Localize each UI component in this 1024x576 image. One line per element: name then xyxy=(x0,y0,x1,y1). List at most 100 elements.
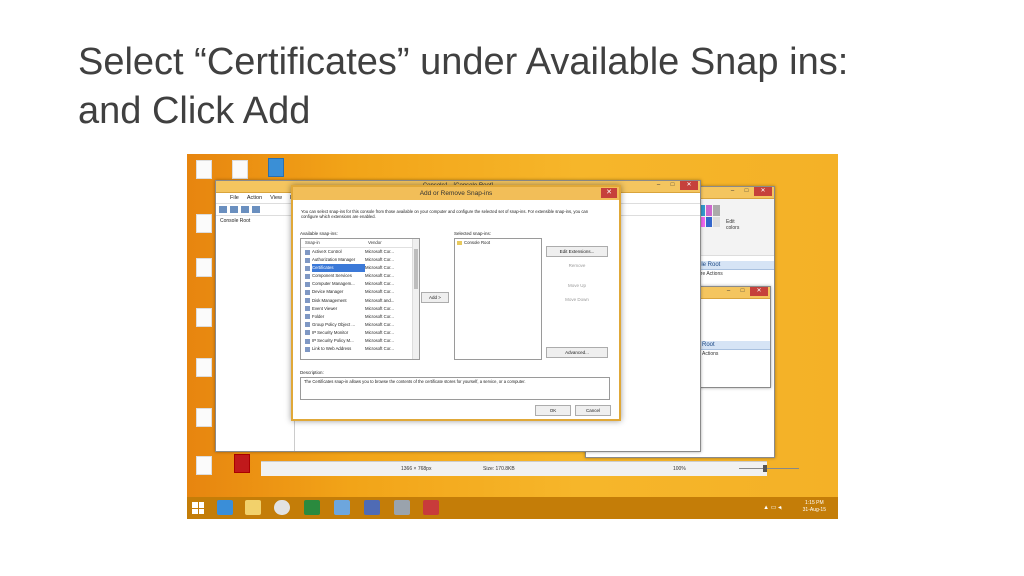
snapin-row[interactable]: Group Policy Object ... Microsoft Cor... xyxy=(301,321,419,329)
dialog-close-icon[interactable]: ✕ xyxy=(601,188,617,198)
dialog-intro-text: You can select snap-ins for this console… xyxy=(301,209,589,219)
snapin-name: Link to Web Address xyxy=(312,346,352,352)
secondary-window: – □ ✕ Root Actions xyxy=(697,286,771,388)
snapin-vendor: Microsoft Cor... xyxy=(365,329,394,335)
snapin-name: Computer Managem... xyxy=(312,281,355,287)
start-button[interactable] xyxy=(192,502,204,514)
pdf-icon[interactable] xyxy=(227,454,257,475)
description-label: Description: xyxy=(300,370,324,375)
explorer-icon[interactable] xyxy=(245,500,261,515)
move-up-button[interactable]: Move Up xyxy=(546,280,608,291)
selected-snapins-label: Selected snap-ins: xyxy=(454,231,492,236)
snapin-row[interactable]: Device Manager Microsoft Cor... xyxy=(301,288,419,296)
snapin-name: Certificates xyxy=(312,264,365,273)
selected-snapin-label: Console Root xyxy=(464,240,491,245)
snapin-icon xyxy=(305,330,310,336)
snapin-row[interactable]: ActiveX Control Microsoft Cor... xyxy=(301,248,419,256)
snapin-name: Component Services xyxy=(312,273,352,279)
snapin-vendor: Microsoft Cor... xyxy=(365,281,394,287)
clock-date: 31-Aug-15 xyxy=(802,507,826,513)
menu-action[interactable]: Action xyxy=(247,193,262,203)
zoom-slider-handle[interactable] xyxy=(763,465,767,472)
list-scrollbar[interactable] xyxy=(412,239,419,359)
minimize-icon[interactable]: – xyxy=(652,181,665,190)
more-actions[interactable]: ore Actions xyxy=(694,270,774,278)
system-tray[interactable]: ▲ ▭ ◂ᵢ xyxy=(763,504,782,511)
advanced-button[interactable]: Advanced... xyxy=(546,347,608,358)
snapin-row[interactable]: Link to Web Address Microsoft Cor... xyxy=(301,345,419,353)
menu-view[interactable]: View xyxy=(270,193,282,203)
maximize-icon[interactable]: □ xyxy=(740,187,753,196)
column-vendor[interactable]: Vendor xyxy=(368,239,382,247)
minimize-icon[interactable]: – xyxy=(726,187,739,196)
snapin-vendor: Microsoft Cor... xyxy=(365,346,394,352)
column-snapin[interactable]: Snap-in xyxy=(301,239,368,247)
ie-icon[interactable] xyxy=(217,500,233,515)
snapin-name: Event Viewer xyxy=(312,305,338,311)
selected-snapins-list[interactable]: Console Root xyxy=(454,238,542,360)
desktop-icon[interactable] xyxy=(261,158,291,179)
console-tree: Console Root xyxy=(216,216,295,451)
zoom-slider[interactable] xyxy=(739,468,799,469)
snapin-row[interactable]: Authorization Manager Microsoft Cor... xyxy=(301,256,419,264)
actions-sub-2[interactable]: Actions xyxy=(698,350,770,358)
snapin-icon xyxy=(305,289,310,295)
folder-icon xyxy=(457,241,462,245)
selected-snapin-item[interactable]: Console Root xyxy=(455,239,541,247)
app-icon[interactable] xyxy=(394,500,410,515)
maximize-icon[interactable]: □ xyxy=(736,287,749,296)
edit-colors-label[interactable]: Edit colors xyxy=(726,219,748,231)
tree-item-console-root[interactable]: Console Root xyxy=(220,218,250,224)
maximize-icon[interactable]: □ xyxy=(666,181,679,190)
snapin-row[interactable]: Folder Microsoft Cor... xyxy=(301,313,419,321)
snapin-icon xyxy=(305,338,310,344)
excel-icon[interactable] xyxy=(304,500,320,515)
chrome-icon[interactable] xyxy=(274,500,290,515)
snapin-row[interactable]: IP Security Monitor Microsoft Cor... xyxy=(301,329,419,337)
snapin-row[interactable]: Disk Management Microsoft and... xyxy=(301,297,419,305)
snapin-row[interactable]: Computer Managem... Microsoft Cor... xyxy=(301,280,419,288)
help-icon[interactable] xyxy=(252,206,260,213)
cancel-button[interactable]: Cancel xyxy=(575,405,611,416)
snapin-row[interactable]: Event Viewer Microsoft Cor... xyxy=(301,305,419,313)
minimize-icon[interactable]: – xyxy=(722,287,735,296)
snapin-row-certificates[interactable]: Certificates Microsoft Cor... xyxy=(301,264,419,273)
show-tree-icon[interactable] xyxy=(241,206,249,213)
app-icon[interactable] xyxy=(364,500,380,515)
snapin-vendor: Microsoft Cor... xyxy=(365,265,394,271)
close-icon[interactable]: ✕ xyxy=(754,187,772,196)
add-button[interactable]: Add > xyxy=(421,292,449,303)
forward-icon[interactable] xyxy=(230,206,238,213)
close-icon[interactable]: ✕ xyxy=(680,181,698,190)
actions-header: ole Root xyxy=(694,261,774,270)
snapin-name: ActiveX Control xyxy=(312,249,342,254)
desktop-icon[interactable] xyxy=(225,160,255,181)
snapin-icon xyxy=(305,306,310,312)
desktop-icon[interactable] xyxy=(189,456,219,477)
app-icon[interactable] xyxy=(423,500,439,515)
menu-file[interactable]: File xyxy=(230,193,239,203)
snapin-name: Group Policy Object ... xyxy=(312,321,355,327)
app-icon[interactable] xyxy=(334,500,350,515)
available-snapins-list[interactable]: Snap-in Vendor ActiveX Control Microsoft … xyxy=(300,238,420,360)
remove-button[interactable]: Remove xyxy=(546,260,608,271)
snapin-vendor: Microsoft Cor... xyxy=(365,313,394,319)
back-icon[interactable] xyxy=(219,206,227,213)
available-list-header: Snap-in Vendor xyxy=(301,239,419,248)
snapin-row[interactable]: IP Security Policy M... Microsoft Cor... xyxy=(301,337,419,345)
snapin-name: Authorization Manager xyxy=(312,257,356,263)
ok-button[interactable]: OK xyxy=(535,405,571,416)
viewer-status-bar: 1366 × 768px Size: 170.8KB 100% xyxy=(261,461,799,476)
snapin-vendor: Microsoft Cor... xyxy=(365,249,394,254)
desktop-icon[interactable] xyxy=(189,160,219,181)
move-down-button[interactable]: Move Down xyxy=(546,294,608,305)
snapin-row[interactable]: Component Services Microsoft Cor... xyxy=(301,272,419,280)
clock[interactable]: 1:15 PM 31-Aug-15 xyxy=(803,500,826,514)
slide-title-line-1: Select “Certificates” under Available Sn… xyxy=(78,41,849,83)
dialog-titlebar: Add or Remove Snap-ins ✕ xyxy=(293,187,619,200)
snapin-icon xyxy=(305,273,310,279)
slide-title-line-2: and Click Add xyxy=(78,90,311,132)
screenshot: – □ ✕ Edit colors ole Root ore Actions – □ ✕… xyxy=(187,154,838,519)
edit-extensions-button[interactable]: Edit Extensions... xyxy=(546,246,608,257)
close-icon[interactable]: ✕ xyxy=(750,287,768,296)
